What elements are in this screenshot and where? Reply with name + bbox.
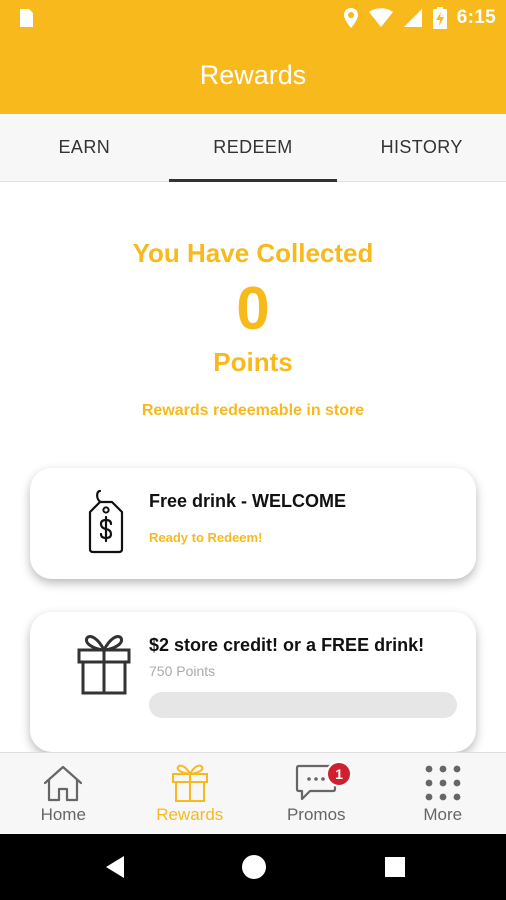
reward-card-store-credit[interactable]: $2 store credit! or a FREE drink! 750 Po…: [30, 612, 476, 752]
bottom-nav: Home Rewards 1 Promos More: [0, 752, 506, 834]
price-tag-icon: [88, 489, 124, 554]
status-icons: 6:15: [343, 6, 496, 30]
reward-title: $2 store credit! or a FREE drink!: [149, 635, 425, 655]
nav-promos[interactable]: 1 Promos: [253, 753, 380, 834]
nav-rewards[interactable]: Rewards: [127, 753, 254, 834]
system-nav-bar: [0, 834, 506, 900]
home-icon: [44, 765, 83, 802]
home-circle-icon[interactable]: [239, 852, 269, 882]
status-bar: 6:15: [0, 0, 506, 36]
reward-card-welcome[interactable]: Free drink - WELCOME Ready to Redeem!: [30, 468, 476, 579]
notification-badge: 1: [326, 761, 352, 787]
tab-redeem[interactable]: REDEEM: [168, 114, 338, 182]
grid-dots-icon: [425, 765, 461, 801]
nav-label: Home: [40, 805, 86, 824]
points-value: 0: [236, 275, 270, 342]
points-label: Points: [213, 347, 293, 377]
battery-charging-icon: [432, 7, 447, 29]
tab-earn[interactable]: EARN: [0, 114, 169, 181]
page-title: Rewards: [199, 59, 307, 90]
reward-progress-bar: [149, 692, 457, 718]
reward-title: Free drink - WELCOME: [149, 491, 347, 511]
nav-label: Promos: [286, 805, 346, 824]
status-time: 6:15: [456, 7, 496, 28]
gift-icon: [77, 635, 131, 695]
location-pin-icon: [343, 8, 358, 28]
sim-card-icon: [20, 9, 33, 27]
tab-history[interactable]: HISTORY: [337, 114, 506, 181]
nav-home[interactable]: Home: [0, 753, 127, 834]
nav-label: Rewards: [156, 805, 224, 824]
reward-points-required: 750 Points: [149, 663, 216, 679]
wifi-icon: [368, 8, 393, 27]
gift-icon: [171, 764, 208, 802]
redeem-note: Rewards redeemable in store: [141, 402, 365, 419]
cell-signal-icon: [403, 9, 422, 27]
reward-status: Ready to Redeem!: [149, 530, 263, 545]
nav-label: More: [423, 805, 463, 824]
tab-bar: EARN REDEEM HISTORY: [0, 114, 506, 182]
recent-apps-icon[interactable]: [380, 852, 410, 882]
back-icon[interactable]: [100, 852, 130, 882]
app-bar: Rewards: [0, 36, 506, 114]
collected-heading: You Have Collected: [132, 238, 374, 268]
nav-more[interactable]: More: [380, 753, 506, 834]
